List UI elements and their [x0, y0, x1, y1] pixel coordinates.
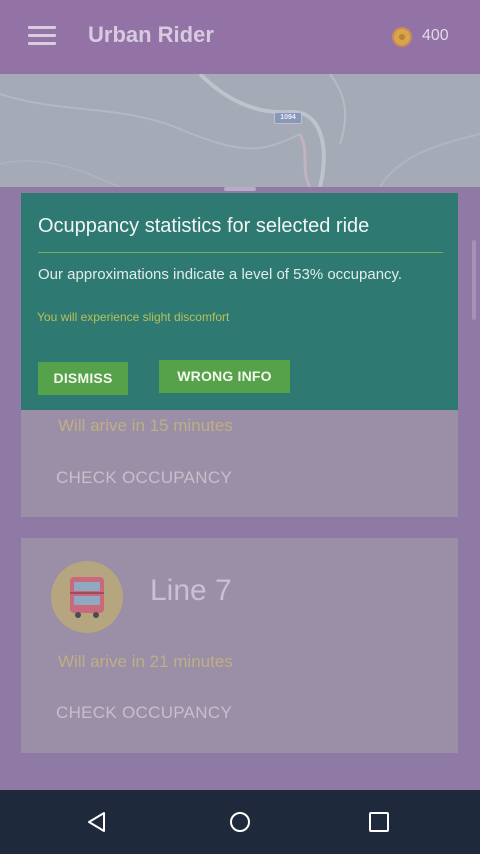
arrival-time: Will arive in 21 minutes — [58, 652, 233, 671]
check-occupancy-button[interactable]: CHECK OCCUPANCY — [56, 468, 232, 488]
home-icon[interactable] — [228, 810, 252, 834]
coin-icon — [392, 27, 412, 47]
app-bar: Urban Rider 400 — [0, 0, 480, 74]
app-title: Urban Rider — [88, 22, 214, 47]
recents-icon[interactable] — [367, 810, 391, 834]
dismiss-button[interactable]: DISMISS — [38, 362, 128, 395]
ride-card: Line 7 Will arive in 21 minutes CHECK OC… — [21, 538, 458, 753]
occupancy-dialog: Ocuppancy statistics for selected ride O… — [21, 193, 458, 410]
scroll-indicator — [472, 240, 476, 320]
check-occupancy-button[interactable]: CHECK OCCUPANCY — [56, 703, 232, 723]
coin-count: 400 — [422, 27, 449, 44]
dialog-divider — [38, 252, 443, 253]
dialog-message: Our approximations indicate a level of 5… — [38, 266, 403, 283]
comfort-warning: You will experience slight discomfort — [37, 310, 230, 324]
ride-card: Will arive in 15 minutes CHECK OCCUPANCY — [21, 395, 458, 517]
drag-handle[interactable] — [224, 187, 256, 191]
back-icon[interactable] — [85, 810, 109, 834]
bus-icon — [51, 561, 123, 633]
arrival-time: Will arive in 15 minutes — [58, 416, 233, 435]
map-roads — [0, 74, 480, 187]
line-name: Line 7 — [150, 574, 232, 607]
system-nav-bar — [0, 790, 480, 854]
dialog-title: Ocuppancy statistics for selected ride — [38, 215, 370, 237]
road-number-badge: 1094 — [274, 112, 302, 124]
menu-icon[interactable] — [28, 26, 56, 46]
map-view[interactable]: 1094 — [0, 74, 480, 187]
wrong-info-button[interactable]: WRONG INFO — [159, 360, 290, 393]
